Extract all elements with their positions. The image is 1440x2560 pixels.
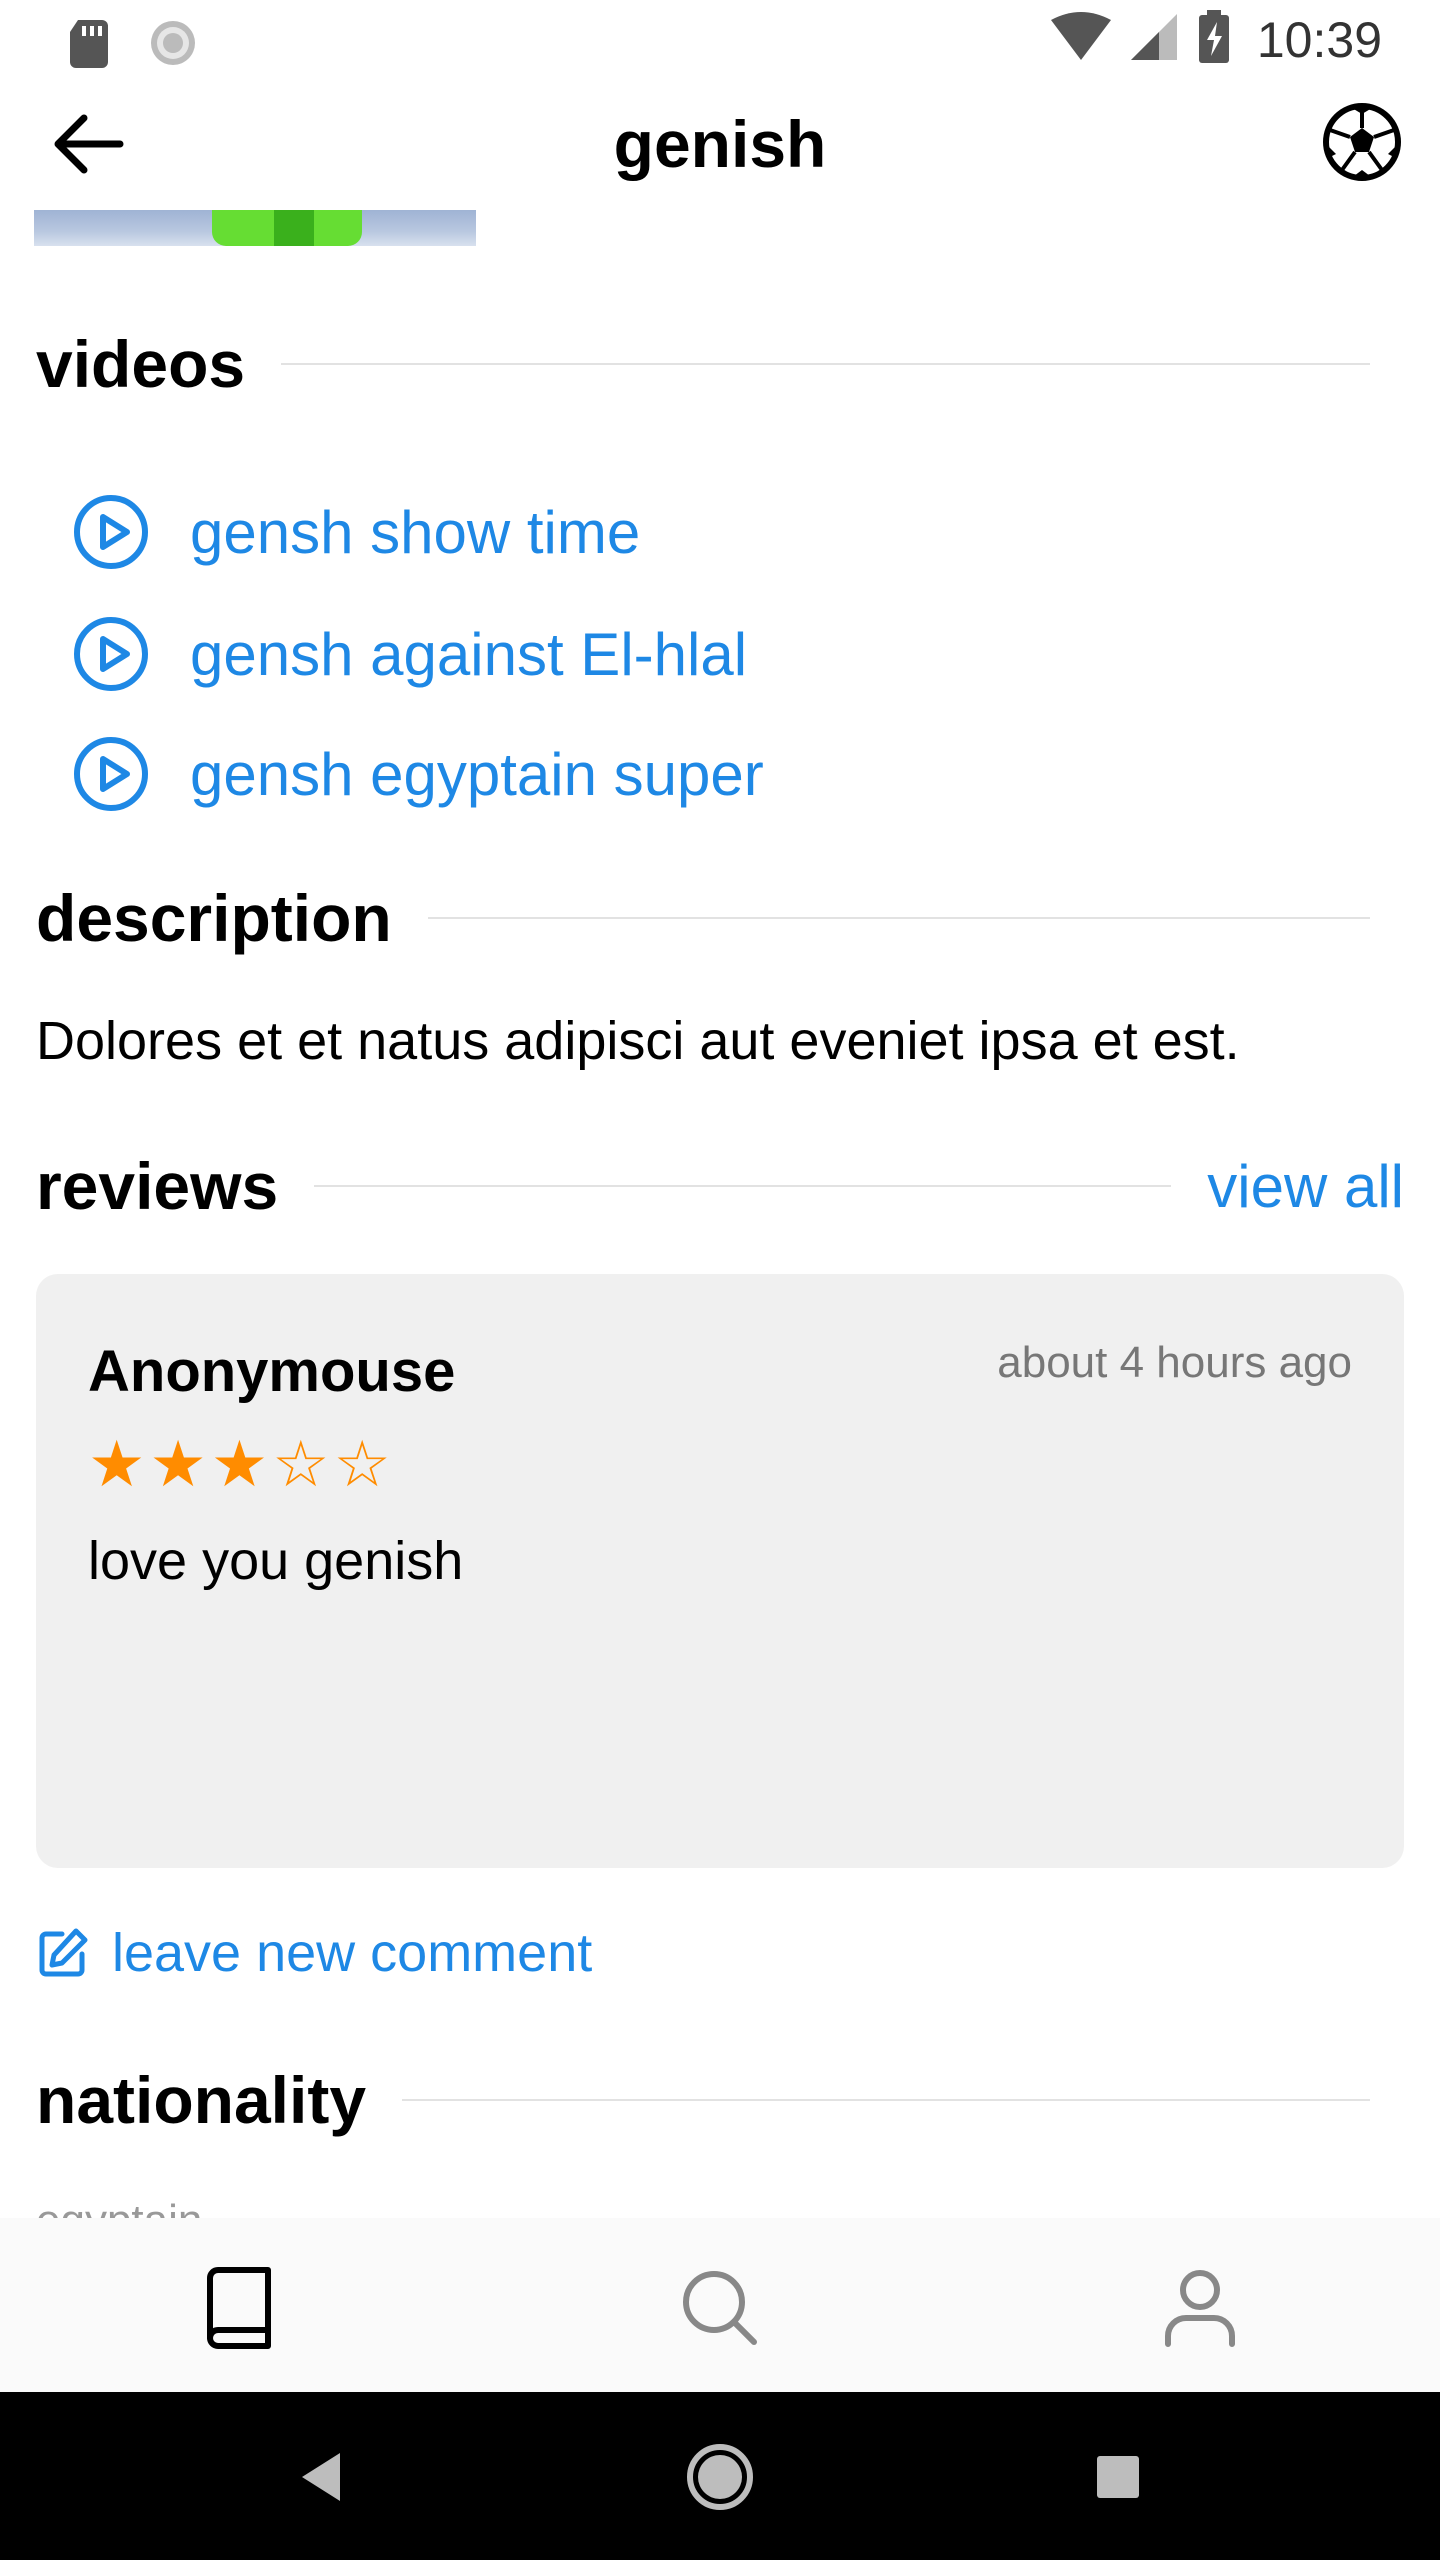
system-back-button[interactable]	[276, 2432, 366, 2522]
battery-charging-icon	[1197, 10, 1231, 69]
description-title: description	[36, 881, 392, 955]
review-author: Anonymouse	[88, 1339, 456, 1404]
video-title: gensh show time	[190, 498, 641, 566]
video-link-1[interactable]: gensh show time	[72, 487, 640, 577]
soccer-ball-icon	[1323, 103, 1401, 181]
wifi-icon	[1050, 12, 1111, 67]
play-circle-icon	[74, 617, 148, 691]
leave-comment-label: leave new comment	[112, 1923, 593, 1983]
page-title: genish	[613, 107, 827, 181]
sync-icon	[148, 18, 198, 73]
description-section-header: description	[36, 878, 1370, 958]
star-rating: ★ ★ ★ ☆ ☆	[88, 1432, 391, 1496]
system-recents-button[interactable]	[1073, 2432, 1163, 2522]
player-shirt-shade	[274, 210, 314, 246]
bottom-navigation	[0, 2218, 1440, 2392]
video-link-3[interactable]: gensh egyptain super	[72, 729, 764, 819]
description-text: Dolores et et natus adipisci aut eveniet…	[36, 1011, 1240, 1071]
video-title: gensh egyptain super	[190, 740, 764, 808]
edit-icon	[39, 1928, 88, 1977]
star-empty-icon: ☆	[272, 1428, 330, 1500]
sd-card-icon	[68, 18, 112, 73]
section-divider	[427, 917, 1370, 919]
reviews-title: reviews	[36, 1149, 279, 1223]
videos-title: videos	[36, 327, 246, 401]
section-divider	[402, 2099, 1370, 2101]
recents-square-icon	[1097, 2456, 1139, 2498]
status-bar: 10:39	[0, 0, 1440, 84]
nav-profile[interactable]	[1140, 2258, 1260, 2358]
signal-icon	[1129, 12, 1179, 67]
back-triangle-icon	[302, 2453, 340, 2501]
section-divider	[281, 363, 1370, 365]
user-icon	[1165, 2270, 1235, 2347]
system-navigation-bar	[0, 2392, 1440, 2560]
view-all-link[interactable]: view all	[1207, 1152, 1404, 1221]
app-bar: genish	[0, 84, 1440, 204]
review-card: Anonymouse about 4 hours ago ★ ★ ★ ☆ ☆ l…	[36, 1274, 1404, 1868]
leave-comment-button[interactable]: leave new comment	[36, 1922, 592, 1984]
search-icon	[683, 2271, 757, 2345]
clock-time: 10:39	[1256, 11, 1382, 68]
player-image	[34, 210, 476, 246]
reviews-section-header: reviews view all	[36, 1146, 1404, 1226]
nav-search[interactable]	[660, 2258, 780, 2358]
section-divider	[314, 1185, 1172, 1187]
play-circle-icon	[74, 495, 148, 569]
nationality-title: nationality	[36, 2063, 367, 2137]
review-timestamp: about 4 hours ago	[997, 1338, 1352, 1387]
star-filled-icon: ★	[88, 1428, 146, 1500]
video-link-2[interactable]: gensh against El-hlal	[72, 609, 747, 699]
book-icon	[207, 2267, 271, 2349]
home-circle-icon	[687, 2444, 753, 2510]
video-title: gensh against El-hlal	[190, 620, 748, 688]
soccer-ball-button[interactable]	[1312, 92, 1412, 192]
nationality-section-header: nationality	[36, 2060, 1370, 2140]
play-circle-icon	[74, 737, 148, 811]
review-text: love you genish	[88, 1531, 464, 1591]
star-filled-icon: ★	[149, 1428, 207, 1500]
star-filled-icon: ★	[210, 1428, 269, 1500]
nav-library[interactable]	[180, 2258, 300, 2358]
star-empty-icon: ☆	[333, 1428, 391, 1500]
videos-section-header: videos	[36, 324, 1370, 404]
system-home-button[interactable]	[675, 2432, 765, 2522]
